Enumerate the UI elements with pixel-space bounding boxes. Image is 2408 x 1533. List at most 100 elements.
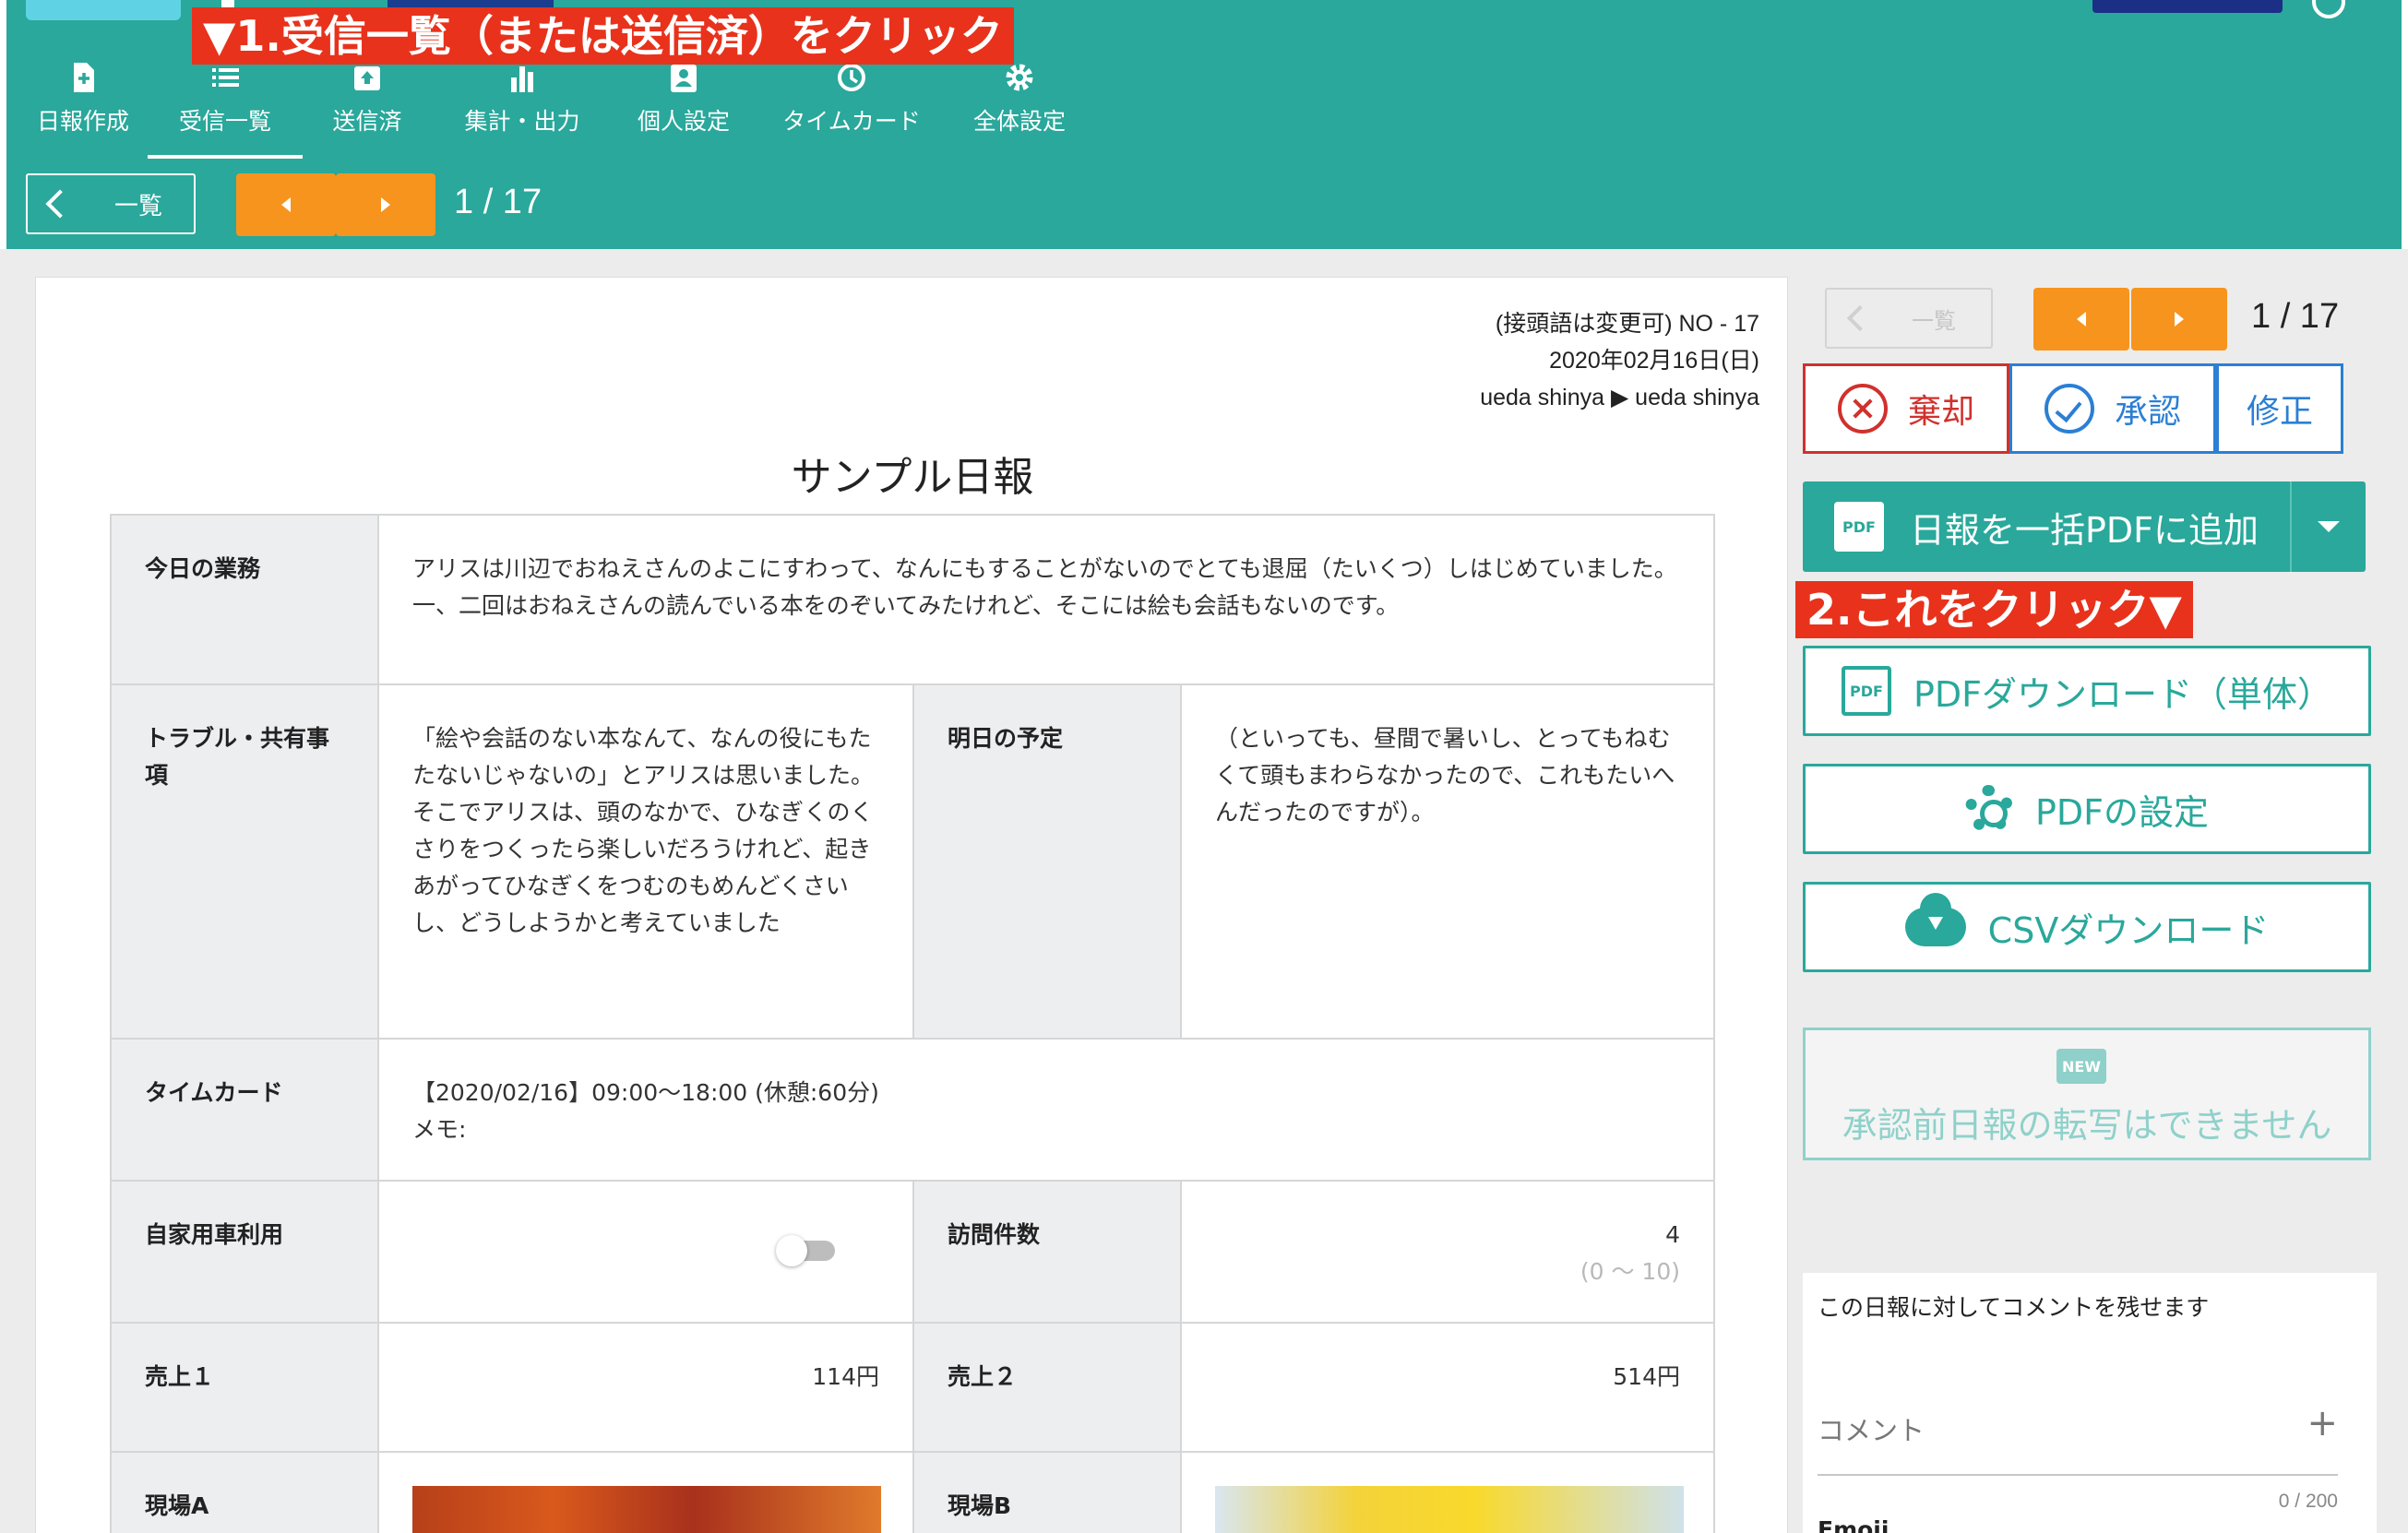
caret-down-icon	[2318, 521, 2340, 532]
nav-item-personal-settings[interactable]: 個人設定	[613, 55, 755, 159]
sidebar-back-to-list-button[interactable]: 一覧	[1825, 288, 1993, 349]
add-to-bulk-pdf-button[interactable]: PDF 日報を一括PDFに追加	[1803, 481, 2366, 572]
nav-item-inbox[interactable]: 受信一覧	[148, 55, 303, 159]
pdf-file-icon: PDF	[1841, 666, 1891, 716]
fix-label: 修正	[2246, 393, 2313, 431]
timecard-entry: 【2020/02/16】09:00〜18:00 (休憩:60分)	[412, 1079, 879, 1106]
main-nav: 日報作成 受信一覧 送信済 集計・出力 個人設定 タイムカード 全体設定	[18, 55, 1091, 159]
chevron-left-icon	[1846, 304, 1874, 332]
comment-panel: この日報に対してコメントを残せます コメント + 0 / 200 Emoji	[1803, 1273, 2377, 1533]
emoji-label[interactable]: Emoji	[1818, 1516, 1889, 1533]
car-usage-toggle[interactable]	[776, 1235, 835, 1266]
upload-tray-icon	[354, 66, 380, 90]
window-edge-left	[0, 0, 6, 249]
field-label: タイムカード	[112, 1040, 379, 1180]
bar-chart-icon	[511, 66, 533, 92]
triangle-right-icon	[381, 197, 390, 212]
reject-x-icon	[1837, 384, 1888, 434]
field-label: 売上２	[912, 1324, 1182, 1451]
bulk-pdf-dropdown-toggle[interactable]	[2290, 481, 2366, 572]
fix-button[interactable]: 修正	[2216, 363, 2343, 454]
nav-label: 集計・出力	[464, 108, 580, 135]
field-value-sales1: 114円	[812, 1363, 879, 1390]
field-label: 売上１	[112, 1324, 379, 1451]
csv-download-button[interactable]: CSVダウンロード	[1803, 882, 2371, 972]
field-value-car	[379, 1182, 912, 1322]
top-cut-circle-icon[interactable]	[2312, 0, 2345, 18]
table-row: トラブル・共有事項 「絵や会話のない本なんて、なんの役にもたたないじゃないの」と…	[110, 683, 1715, 1040]
nav-label: 全体設定	[972, 108, 1066, 135]
csv-download-label: CSVダウンロード	[1987, 909, 2270, 951]
nav-item-summary[interactable]: 集計・出力	[432, 55, 613, 159]
reject-button[interactable]: 棄却	[1803, 363, 2009, 454]
pdf-settings-label: PDFの設定	[2034, 791, 2210, 833]
annotation-step2: 2.これをクリック▼	[1795, 581, 2193, 638]
top-cut-navy-button[interactable]	[2092, 0, 2283, 13]
approve-label: 承認	[2114, 393, 2181, 431]
top-cut-button[interactable]	[26, 0, 181, 20]
sidebar-page-counter: 1 / 17	[2251, 297, 2340, 336]
field-label: 訪問件数	[912, 1182, 1182, 1322]
check-circle-icon	[2044, 384, 2094, 434]
table-row: 売上１ 114円 売上２ 514円	[110, 1322, 1715, 1453]
approval-actions: 棄却 承認 修正	[1803, 363, 2343, 454]
field-value-tomorrow: （といっても、昼間で暑いし、とってもねむくて頭もまわらなかったので、これもたいへ…	[1215, 725, 1675, 826]
page-counter: 1 / 17	[454, 183, 542, 221]
reject-label: 棄却	[1907, 393, 1974, 431]
report-date: 2020年02月16日(日)	[1549, 348, 1759, 374]
add-comment-plus-icon[interactable]: +	[2307, 1402, 2338, 1444]
nav-item-create-report[interactable]: 日報作成	[18, 55, 148, 159]
toggle-knob	[776, 1235, 807, 1266]
report-meta: (接頭語は変更可) NO - 17 2020年02月16日(日) ueda sh…	[1480, 305, 1759, 416]
add-to-bulk-pdf-label: 日報を一括PDFに追加	[1910, 509, 2259, 551]
table-row: 自家用車利用 訪問件数 4 (0 〜 10)	[110, 1180, 1715, 1324]
report-paper: (接頭語は変更可) NO - 17 2020年02月16日(日) ueda sh…	[35, 277, 1788, 1533]
field-label: 明日の予定	[912, 685, 1182, 1038]
prev-page-button[interactable]	[236, 173, 336, 236]
sidebar-back-label: 一覧	[1912, 307, 1956, 334]
pdf-settings-button[interactable]: PDFの設定	[1803, 764, 2371, 854]
transcribe-label: 承認前日報の転写はできません	[1842, 1105, 2332, 1146]
field-label: 今日の業務	[112, 516, 379, 683]
field-label: 現場B	[912, 1453, 1182, 1533]
site-b-photo[interactable]	[1215, 1486, 1684, 1533]
clock-icon	[838, 64, 865, 91]
pdf-download-label: PDFダウンロード（単体）	[1913, 673, 2333, 715]
report-number: (接頭語は変更可) NO - 17	[1495, 311, 1759, 337]
table-row: タイムカード 【2020/02/16】09:00〜18:00 (休憩:60分) …	[110, 1038, 1715, 1182]
annotation-step1: ▼1.受信一覧（または送信済）をクリック	[192, 7, 1014, 65]
nav-label: 送信済	[332, 108, 402, 135]
field-value-trouble: 「絵や会話のない本なんて、なんの役にもたたないじゃないの」とアリスは思いました。…	[412, 725, 875, 936]
nav-item-timecard[interactable]: タイムカード	[755, 55, 948, 159]
field-label: 現場A	[112, 1453, 379, 1533]
sidebar-next-page-button[interactable]	[2131, 288, 2227, 351]
report-title: サンプル日報	[791, 454, 1034, 501]
sidebar-prev-page-button[interactable]	[2033, 288, 2129, 351]
comment-underline	[1818, 1474, 2338, 1476]
field-value-timecard: 【2020/02/16】09:00〜18:00 (休憩:60分) メモ:	[379, 1040, 1713, 1180]
site-a-photo[interactable]	[412, 1486, 881, 1533]
nav-label: 個人設定	[637, 108, 730, 135]
list-icon	[212, 68, 239, 87]
field-value-today: アリスは川辺でおねえさんのよこにすわって、なんにもすることがないのでとても退屈（…	[412, 555, 1677, 619]
next-page-button[interactable]	[336, 173, 435, 236]
triangle-left-icon	[2077, 312, 2086, 327]
nav-item-global-settings[interactable]: 全体設定	[948, 55, 1091, 159]
triangle-right-icon	[2175, 312, 2184, 327]
comment-input[interactable]: コメント	[1818, 1409, 1925, 1448]
gear-icon	[1006, 64, 1033, 91]
field-label: トラブル・共有事項	[112, 685, 379, 1038]
pdf-download-button[interactable]: PDF PDFダウンロード（単体）	[1803, 646, 2371, 736]
comment-hint: この日報に対してコメントを残せます	[1818, 1294, 2210, 1321]
approve-button[interactable]: 承認	[2009, 363, 2216, 454]
nav-label: 日報作成	[36, 108, 129, 135]
timecard-memo: メモ:	[412, 1116, 467, 1143]
visits-count: 4	[1665, 1221, 1680, 1248]
back-to-list-button[interactable]: 一覧	[26, 173, 196, 234]
cloud-download-icon	[1904, 893, 1966, 946]
transcribe-disabled-button: NEW 承認前日報の転写はできません	[1803, 1028, 2371, 1160]
field-value-visits: 4 (0 〜 10)	[1182, 1182, 1713, 1322]
nav-item-sent[interactable]: 送信済	[303, 55, 432, 159]
field-value-sales2: 514円	[1613, 1363, 1680, 1390]
visits-range: (0 〜 10)	[1580, 1258, 1680, 1285]
